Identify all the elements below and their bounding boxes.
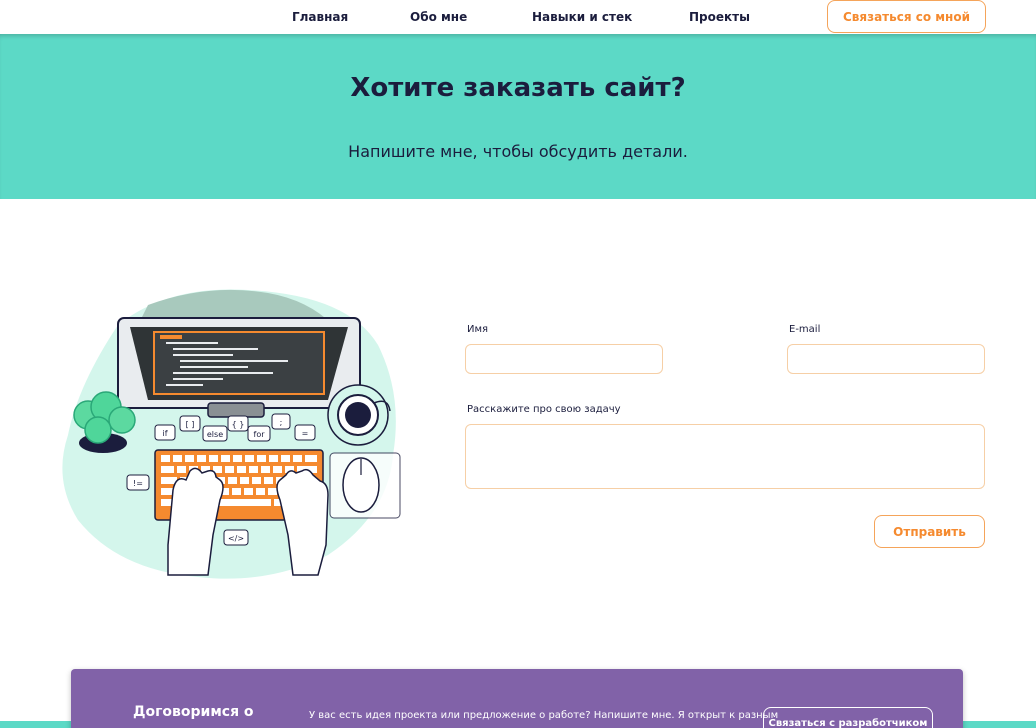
name-label: Имя	[467, 324, 489, 335]
nav-link-home[interactable]: Главная	[292, 10, 348, 24]
code-tag-if: if	[162, 429, 167, 438]
code-tag-not-equal: !=	[133, 479, 143, 488]
email-label: E-mail	[789, 324, 821, 335]
nav-link-projects[interactable]: Проекты	[689, 10, 750, 24]
contact-me-button[interactable]: Связаться со мной	[827, 0, 986, 33]
hero-banner: Хотите заказать сайт? Напишите мне, чтоб…	[0, 34, 1036, 199]
submit-button[interactable]: Отправить	[874, 515, 985, 548]
card-description: У вас есть идея проекта или предложение …	[309, 710, 779, 721]
code-tag-braces: { }	[232, 420, 245, 429]
name-input[interactable]	[465, 344, 663, 374]
nav-link-about[interactable]: Обо мне	[410, 10, 467, 24]
code-tag-closing: </>	[228, 534, 244, 543]
hero-title: Хотите заказать сайт?	[350, 73, 686, 103]
email-input[interactable]	[787, 344, 985, 374]
code-tag-equals: =	[302, 429, 309, 438]
card-title: Договоримся о	[133, 704, 254, 720]
task-label: Расскажите про свою задачу	[467, 404, 621, 415]
hero-subtitle: Напишите мне, чтобы обсудить детали.	[348, 142, 688, 161]
task-textarea[interactable]	[465, 424, 985, 489]
top-nav: Главная Обо мне Навыки и стек Проекты Св…	[0, 0, 1036, 34]
collaboration-card: Договоримся о У вас есть идея проекта ил…	[71, 669, 963, 728]
developer-at-laptop-illustration: if [ ] else { } for ; = != </>	[62, 289, 401, 579]
code-tag-else: else	[207, 430, 223, 439]
code-tag-for: for	[254, 430, 266, 439]
contact-developer-button[interactable]: Связаться с разработчиком	[763, 707, 933, 728]
nav-link-skills[interactable]: Навыки и стек	[532, 10, 632, 24]
code-tag-brackets: [ ]	[186, 420, 195, 429]
code-tag-semicolon: ;	[280, 418, 283, 427]
